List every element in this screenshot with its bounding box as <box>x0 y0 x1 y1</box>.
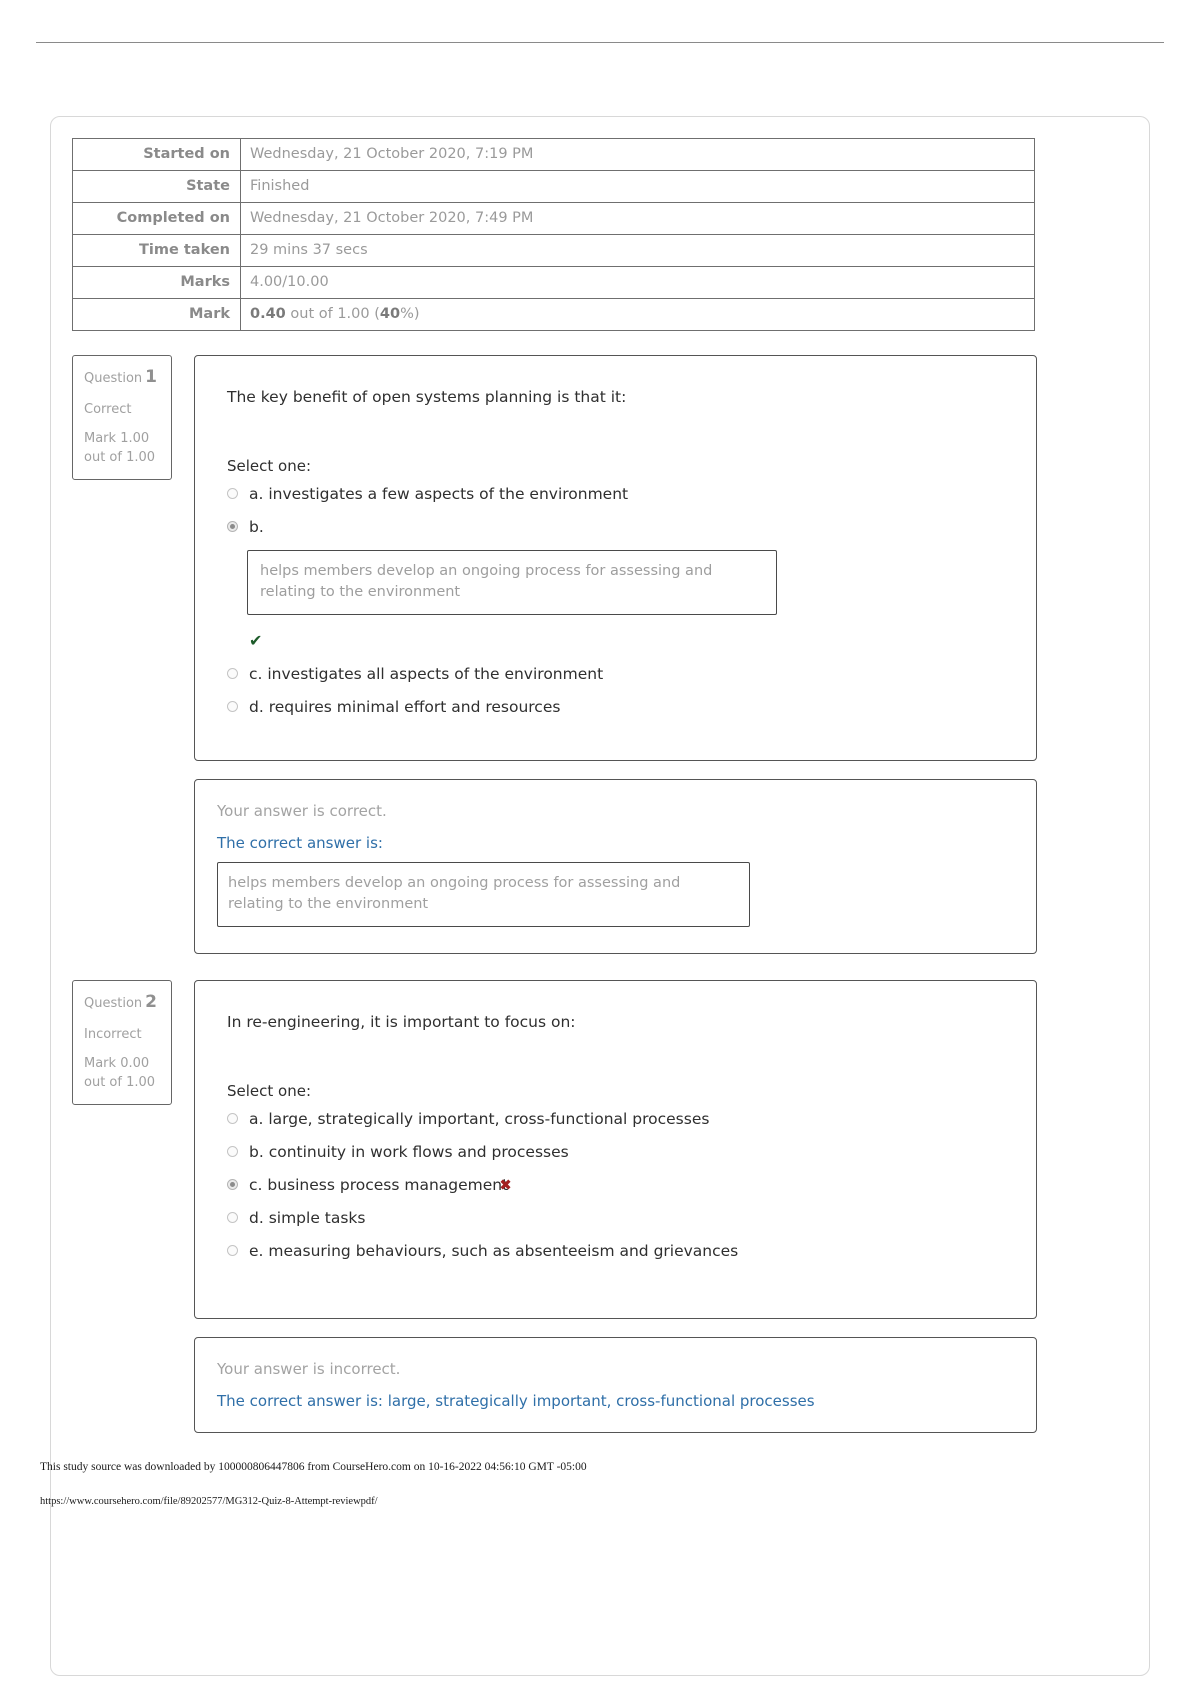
question-mark-2: Mark 0.00 out of 1.00 <box>84 1056 156 1090</box>
mark-suffix: %) <box>400 305 420 322</box>
summary-value-mark: 0.40 out of 1.00 (40%) <box>240 298 1035 331</box>
radio-icon[interactable] <box>227 1113 238 1125</box>
summary-key-started-on: Started on <box>72 138 241 171</box>
summary-value-marks: 4.00/10.00 <box>240 266 1035 299</box>
question-mark-1: Mark 1.00 out of 1.00 <box>84 431 156 465</box>
radio-icon[interactable] <box>227 701 238 713</box>
answer-label-2e: e. measuring behaviours, such as absente… <box>249 1241 739 1260</box>
answer-label-2c: c. business process management✖ <box>249 1175 512 1196</box>
summary-key-mark: Mark <box>72 298 241 331</box>
table-row: State Finished <box>72 170 1035 203</box>
question-info-panel-2: Question 2 Incorrect Mark 0.00 out of 1.0… <box>72 980 172 1105</box>
summary-key-marks: Marks <box>72 266 241 299</box>
radio-icon[interactable] <box>227 1212 238 1224</box>
question-number-1: 1 <box>145 367 157 387</box>
coursehero-download-note: This study source was downloaded by 1000… <box>40 1461 587 1473</box>
question-number-line-2: Question 2 <box>84 991 160 1014</box>
mark-score: 0.40 <box>250 305 286 322</box>
answer-option-2d[interactable]: d. simple tasks <box>227 1208 1006 1229</box>
question-label-1: Question <box>84 371 143 386</box>
feedback-block-2: Your answer is incorrect. The correct an… <box>194 1336 1037 1433</box>
coursehero-source-url: https://www.coursehero.com/file/89202577… <box>40 1496 378 1507</box>
answer-option-1d[interactable]: d. requires minimal effort and resources <box>227 697 1006 718</box>
answer-label-2d: d. simple tasks <box>249 1209 366 1228</box>
summary-value-completed-on: Wednesday, 21 October 2020, 7:49 PM <box>240 202 1035 235</box>
table-row: Time taken 29 mins 37 secs <box>72 234 1035 267</box>
answer-list-2: a. large, strategically important, cross… <box>227 1109 1006 1262</box>
select-one-label-2: Select one: <box>227 1082 312 1101</box>
radio-icon[interactable] <box>227 521 238 533</box>
question-body-1: The key benefit of open systems planning… <box>194 355 1037 761</box>
question-state-2: Incorrect <box>84 1026 142 1042</box>
cross-icon: ✖ <box>499 1176 512 1195</box>
question-state-1: Correct <box>84 401 132 417</box>
radio-icon[interactable] <box>227 1179 238 1191</box>
table-row: Completed on Wednesday, 21 October 2020,… <box>72 202 1035 235</box>
feedback-correct-label-1: The correct answer is: <box>217 833 383 852</box>
mark-percent: 40 <box>379 305 401 322</box>
answer-boxed-text-1b: helps members develop an ongoing process… <box>247 550 777 616</box>
feedback-verdict-1: Your answer is correct. <box>217 801 387 820</box>
answer-label-1c: c. investigates all aspects of the envir… <box>249 665 604 684</box>
answer-option-2a[interactable]: a. large, strategically important, cross… <box>227 1109 1006 1130</box>
radio-icon[interactable] <box>227 1244 238 1256</box>
answer-label-1d: d. requires minimal effort and resources <box>249 698 561 717</box>
summary-value-time-taken: 29 mins 37 secs <box>240 234 1035 267</box>
question-stem-2: In re-engineering, it is important to fo… <box>227 1013 576 1031</box>
answer-option-1c[interactable]: c. investigates all aspects of the envir… <box>227 664 1006 685</box>
table-row: Marks 4.00/10.00 <box>72 266 1035 299</box>
answer-option-2c[interactable]: c. business process management✖ <box>227 1175 1006 1196</box>
answer-option-1b[interactable]: b. helps members develop an ongoing proc… <box>227 517 1006 650</box>
question-number-2: 2 <box>145 992 157 1012</box>
radio-icon[interactable] <box>227 668 238 680</box>
answer-label-1b: b. <box>249 518 264 537</box>
feedback-correct-boxed-1: helps members develop an ongoing process… <box>217 861 750 927</box>
summary-value-started-on: Wednesday, 21 October 2020, 7:19 PM <box>240 138 1035 171</box>
page-top-rule <box>36 42 1164 43</box>
select-one-label-1: Select one: <box>227 457 312 476</box>
answer-option-2e[interactable]: e. measuring behaviours, such as absente… <box>227 1241 1006 1262</box>
question-block-2: Question 2 Incorrect Mark 0.00 out of 1.0… <box>72 980 1037 1433</box>
feedback-verdict-2: Your answer is incorrect. <box>217 1359 401 1378</box>
summary-key-completed-on: Completed on <box>72 202 241 235</box>
answer-label-2b: b. continuity in work flows and processe… <box>249 1143 569 1162</box>
table-row: Mark 0.40 out of 1.00 (40%) <box>72 298 1035 331</box>
question-number-line-1: Question 1 <box>84 366 160 389</box>
check-icon: ✔ <box>249 631 263 651</box>
radio-icon[interactable] <box>227 488 238 500</box>
answer-list-1: a. investigates a few aspects of the env… <box>227 484 1006 718</box>
question-stem-1: The key benefit of open systems planning… <box>227 388 627 406</box>
answer-option-2b[interactable]: b. continuity in work flows and processe… <box>227 1142 1006 1163</box>
attempt-summary-table: Started on Wednesday, 21 October 2020, 7… <box>72 138 1035 331</box>
answer-option-1b-row[interactable]: b. <box>227 517 1006 538</box>
answer-label-2a: a. large, strategically important, cross… <box>249 1110 710 1129</box>
question-body-2: In re-engineering, it is important to fo… <box>194 980 1037 1319</box>
summary-key-time-taken: Time taken <box>72 234 241 267</box>
radio-icon[interactable] <box>227 1146 238 1158</box>
feedback-block-1: Your answer is correct. The correct answ… <box>194 778 1037 954</box>
summary-value-state: Finished <box>240 170 1035 203</box>
question-label-2: Question <box>84 996 143 1011</box>
attempt-summary-body: Started on Wednesday, 21 October 2020, 7… <box>72 138 1035 331</box>
question-block-1: Question 1 Correct Mark 1.00 out of 1.00 … <box>72 355 1037 954</box>
answer-label-1a: a. investigates a few aspects of the env… <box>249 485 629 504</box>
summary-key-state: State <box>72 170 241 203</box>
question-info-panel-1: Question 1 Correct Mark 1.00 out of 1.00 <box>72 355 172 480</box>
answer-option-1a[interactable]: a. investigates a few aspects of the env… <box>227 484 1006 505</box>
mark-middle: out of 1.00 ( <box>285 305 380 322</box>
answer-label-2c-text: c. business process management <box>249 1176 509 1195</box>
table-row: Started on Wednesday, 21 October 2020, 7… <box>72 138 1035 171</box>
feedback-correct-inline-2: The correct answer is: large, strategica… <box>217 1391 815 1410</box>
quiz-review-content: Started on Wednesday, 21 October 2020, 7… <box>72 138 1037 1433</box>
